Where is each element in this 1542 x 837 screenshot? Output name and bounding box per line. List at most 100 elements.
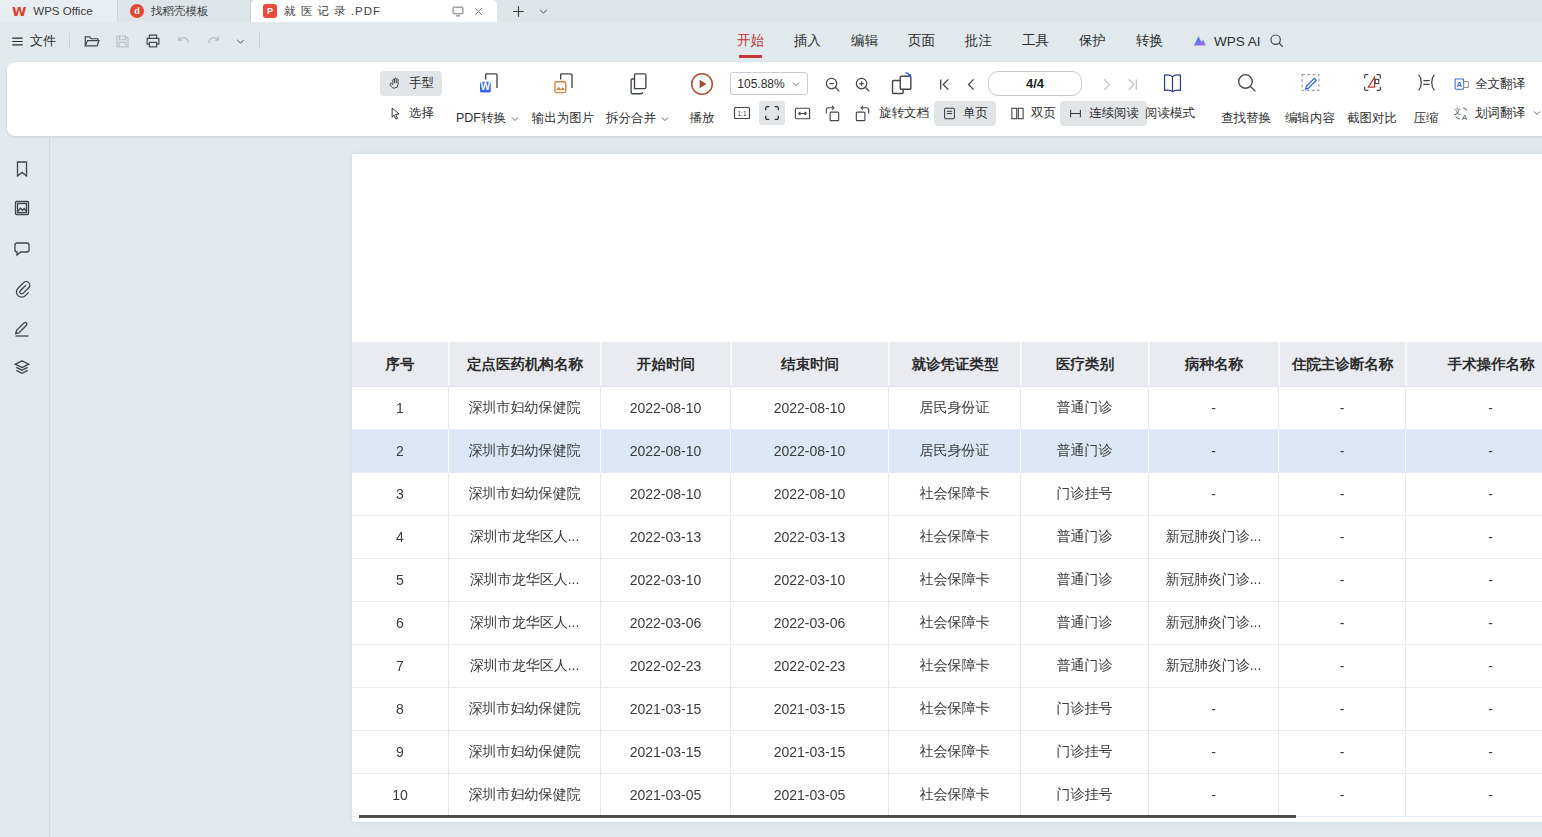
menu-tab-wps-ai[interactable]: WPS AI xyxy=(1192,22,1261,60)
undo-dropdown-icon[interactable] xyxy=(235,36,246,47)
prev-page-button[interactable] xyxy=(959,72,983,96)
layers-panel-icon[interactable] xyxy=(12,358,32,378)
image-panel-icon[interactable] xyxy=(12,198,32,218)
table-cell: - xyxy=(1278,473,1405,516)
wps-ai-label: WPS AI xyxy=(1214,34,1261,49)
first-page-icon xyxy=(936,76,953,93)
read-mode-button[interactable] xyxy=(1155,69,1189,97)
attachment-panel-icon[interactable] xyxy=(12,279,32,299)
zoom-level-select[interactable]: 105.88% xyxy=(730,72,808,95)
single-page-button[interactable]: 单页 xyxy=(934,101,996,126)
compress-button[interactable]: 压缩 xyxy=(1405,70,1447,128)
page-indicator-value: 4/4 xyxy=(1026,76,1044,91)
menu-tab-7[interactable]: 保护 xyxy=(1079,32,1106,50)
rotate-doc-button[interactable]: 旋转文档 xyxy=(879,101,929,125)
left-panel-strip xyxy=(0,137,50,837)
signature-panel-icon[interactable] xyxy=(12,318,32,338)
table-cell: 新冠肺炎门诊... xyxy=(1148,645,1278,688)
next-page-button[interactable] xyxy=(1094,72,1118,96)
table-cell: 普通门诊 xyxy=(1020,645,1148,688)
table-cell: 2021-03-05 xyxy=(730,774,888,817)
save-icon[interactable] xyxy=(114,33,131,50)
play-button[interactable]: 播放 xyxy=(679,70,725,128)
menu-tab-4[interactable]: 页面 xyxy=(908,32,935,50)
rotate-left-button[interactable] xyxy=(819,101,845,125)
table-cell: 深圳市妇幼保健院 xyxy=(448,774,600,817)
select-tool-button[interactable]: 选择 xyxy=(380,101,442,126)
tab-document-active[interactable]: P 就 医 记 录 .PDF xyxy=(251,0,497,22)
table-cell: 社会保障卡 xyxy=(888,473,1020,516)
hand-tool-button[interactable]: 手型 xyxy=(380,71,442,96)
table-row: 2深圳市妇幼保健院2022-08-102022-08-10居民身份证普通门诊--… xyxy=(352,430,1542,473)
table-cell: 2022-08-10 xyxy=(730,387,888,430)
last-page-button[interactable] xyxy=(1120,72,1144,96)
pdf-convert-button[interactable]: W PDF转换 xyxy=(447,70,529,128)
rotate-right-button[interactable] xyxy=(849,101,875,125)
table-header-row: 序号定点医药机构名称开始时间结束时间就诊凭证类型医疗类别病种名称住院主诊断名称手… xyxy=(352,342,1542,387)
word-translate-button[interactable]: 文A 划词翻译 xyxy=(1453,102,1542,124)
fit-width-button[interactable] xyxy=(789,101,815,125)
word-translate-icon: 文A xyxy=(1453,105,1470,122)
bookmark-panel-icon[interactable] xyxy=(12,159,32,179)
table-cell: 社会保障卡 xyxy=(888,731,1020,774)
table-cell: 7 xyxy=(352,645,448,688)
screenshot-compare-icon xyxy=(1361,71,1384,94)
menu-tab-2[interactable]: 插入 xyxy=(794,32,821,50)
table-cell: 深圳市龙华区人... xyxy=(448,559,600,602)
fit-page-button[interactable] xyxy=(759,101,785,125)
close-tab-icon[interactable] xyxy=(472,5,485,18)
redo-icon[interactable] xyxy=(205,33,222,50)
table-cell: 2021-03-15 xyxy=(600,688,730,731)
edit-content-button[interactable]: 编辑内容 xyxy=(1279,70,1341,128)
table-cell: 深圳市妇幼保健院 xyxy=(448,473,600,516)
table-cell: 普通门诊 xyxy=(1020,387,1148,430)
screenshot-compare-button[interactable]: 截图对比 xyxy=(1341,70,1403,128)
table-cell: 深圳市妇幼保健院 xyxy=(448,387,600,430)
undo-icon[interactable] xyxy=(175,33,192,50)
table-cell: - xyxy=(1405,559,1542,602)
table-cell: 2 xyxy=(352,430,448,473)
zoom-out-button[interactable] xyxy=(819,72,845,96)
full-translate-button[interactable]: A 全文翻译 xyxy=(1453,73,1525,95)
tabs-dropdown-icon[interactable] xyxy=(538,6,549,17)
table-header-cell: 定点医药机构名称 xyxy=(448,342,600,387)
print-icon[interactable] xyxy=(144,32,162,50)
file-menu-label: 文件 xyxy=(30,32,56,50)
table-cell: 8 xyxy=(352,688,448,731)
menu-search-icon[interactable] xyxy=(1268,32,1285,49)
tab-docer[interactable]: d 找稻壳模板 xyxy=(118,0,251,22)
menu-tab-1[interactable]: 开始 xyxy=(737,32,764,50)
document-viewport[interactable]: 序号定点医药机构名称开始时间结束时间就诊凭证类型医疗类别病种名称住院主诊断名称手… xyxy=(51,137,1542,837)
docer-icon: d xyxy=(130,4,144,18)
zoom-value: 105.88% xyxy=(737,77,784,91)
file-menu-button[interactable]: 文件 xyxy=(10,32,56,50)
comment-panel-icon[interactable] xyxy=(12,239,32,259)
export-image-button[interactable]: 输出为图片 xyxy=(520,70,606,128)
new-tab-icon[interactable] xyxy=(511,4,526,19)
fit-page-icon xyxy=(763,104,781,122)
read-mode-label: 阅读模式 xyxy=(1145,105,1195,122)
tab-wps-office[interactable]: W WPS Office xyxy=(0,0,118,22)
read-mode-icon xyxy=(1160,71,1185,96)
open-file-icon[interactable] xyxy=(83,32,101,50)
find-replace-button[interactable]: 查找替换 xyxy=(1215,70,1277,128)
monitor-icon[interactable] xyxy=(451,4,465,18)
menu-tab-6[interactable]: 工具 xyxy=(1022,32,1049,50)
first-page-button[interactable] xyxy=(932,72,956,96)
find-replace-label: 查找替换 xyxy=(1221,110,1271,127)
page-indicator-input[interactable]: 4/4 xyxy=(988,71,1082,96)
menu-tab-3[interactable]: 编辑 xyxy=(851,32,878,50)
page-organize-icon xyxy=(889,71,915,97)
table-cell: 深圳市龙华区人... xyxy=(448,645,600,688)
continuous-read-button[interactable]: 连续阅读 xyxy=(1060,101,1147,126)
read-mode-label-button[interactable]: 阅读模式 xyxy=(1145,101,1195,125)
zoom-in-button[interactable] xyxy=(849,72,875,96)
table-row: 8深圳市妇幼保健院2021-03-152021-03-15社会保障卡门诊挂号--… xyxy=(352,688,1542,731)
menu-tab-5[interactable]: 批注 xyxy=(965,32,992,50)
table-cell: - xyxy=(1278,602,1405,645)
table-bottom-rule xyxy=(359,815,1296,818)
actual-size-button[interactable]: 1:1 xyxy=(729,101,755,125)
page-organize-button[interactable] xyxy=(885,70,919,98)
split-merge-button[interactable]: 拆分合并 xyxy=(599,70,677,128)
menu-tab-8[interactable]: 转换 xyxy=(1136,32,1163,50)
